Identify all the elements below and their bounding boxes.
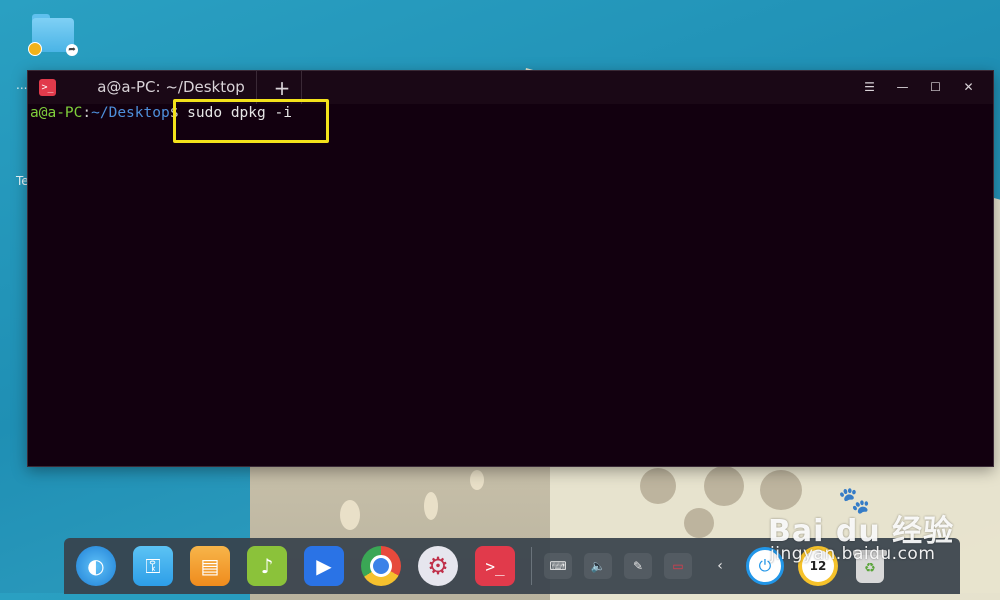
terminal-output[interactable]: a@a-PC:~/Desktop$ sudo dpkg -i: [28, 99, 993, 466]
file-manager-icon[interactable]: ⚿: [133, 546, 173, 586]
terminal-window[interactable]: >_ a@a-PC: ~/Desktop + ☰ — ☐ ✕ a@a-PC:~/…: [27, 70, 994, 467]
add-tab-button[interactable]: +: [269, 76, 295, 100]
dock-separator: [531, 547, 532, 585]
watermark-url: jingyan.baidu.com: [770, 544, 936, 564]
keyboard-icon[interactable]: ⌨: [544, 553, 572, 579]
share-badge-icon: ➦: [66, 44, 78, 56]
close-button[interactable]: ✕: [952, 71, 985, 104]
prompt-user: a@a-PC: [30, 105, 83, 121]
wallpaper-dot: [684, 508, 714, 538]
terminal-icon[interactable]: >_: [475, 546, 515, 586]
maximize-button[interactable]: ☐: [919, 71, 952, 104]
store-bag-icon[interactable]: ▤: [190, 546, 230, 586]
minimize-button[interactable]: —: [886, 71, 919, 104]
battery-icon[interactable]: ▭: [664, 553, 692, 579]
desktop-folder-icon[interactable]: ➦: [28, 12, 78, 58]
wallpaper-dot: [640, 468, 676, 504]
terminal-app-icon: >_: [39, 79, 56, 96]
chevron-left-icon[interactable]: ‹: [708, 553, 732, 579]
menu-button[interactable]: ☰: [853, 71, 886, 104]
chrome-center: [370, 555, 392, 577]
prompt-colon: :: [82, 105, 92, 121]
lock-badge-icon: [28, 42, 42, 56]
chrome-icon[interactable]: [361, 546, 401, 586]
volume-icon[interactable]: 🔈: [584, 553, 612, 579]
wallpaper-dot: [704, 466, 744, 506]
gear-icon[interactable]: ⚙: [418, 546, 458, 586]
baidu-watermark: 🐾 Bai du 经验 jingyan.baidu.com: [768, 486, 968, 576]
wallpaper-dot: [340, 500, 360, 530]
music-icon[interactable]: ♪: [247, 546, 287, 586]
desktop-icon-label: ...: [16, 78, 28, 92]
prompt-path: ~/Desktop: [91, 105, 170, 121]
window-controls: ☰ — ☐ ✕: [853, 71, 985, 104]
deepin-logo-icon[interactable]: ◐: [76, 546, 116, 586]
video-icon[interactable]: ▶: [304, 546, 344, 586]
wallpaper-dot: [424, 492, 438, 520]
wallpaper-dot: [470, 470, 484, 490]
highlight-annotation-box: [173, 99, 329, 143]
pen-icon[interactable]: ✎: [624, 553, 652, 579]
